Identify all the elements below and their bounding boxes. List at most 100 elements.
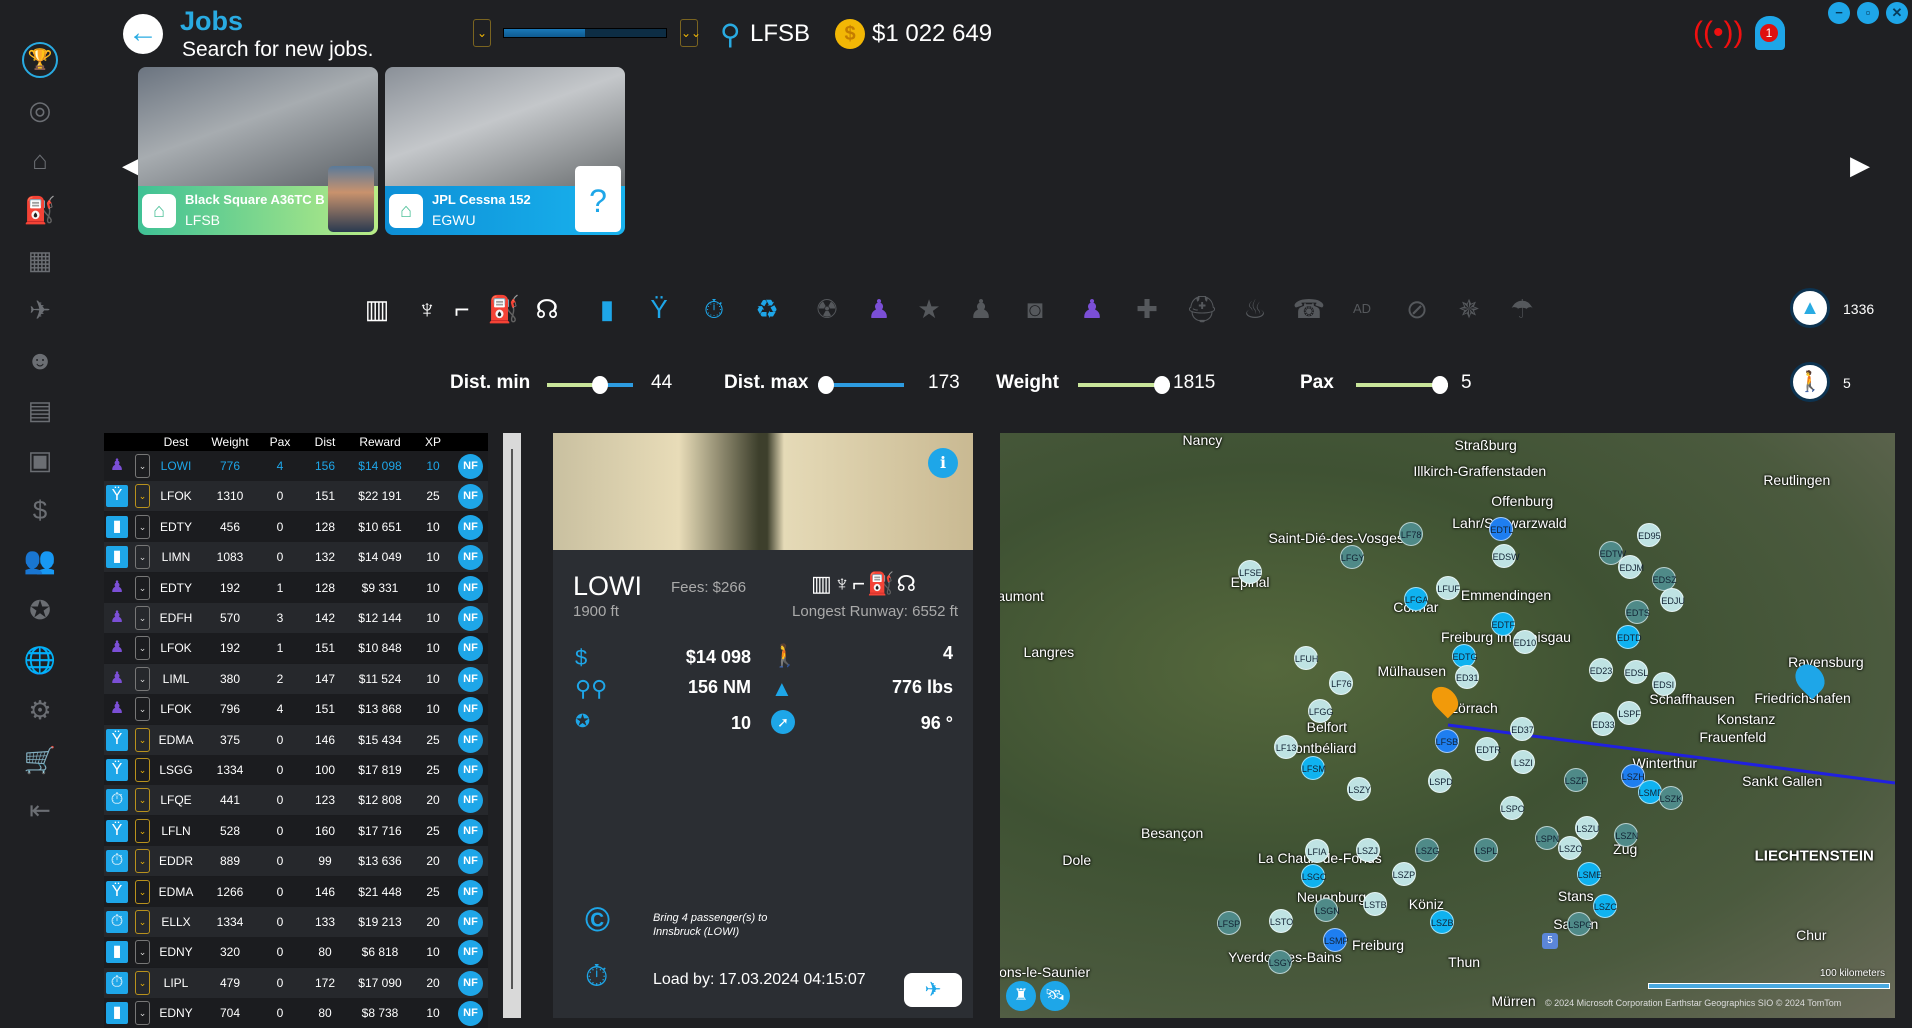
airport-marker[interactable]: ED95 bbox=[1637, 523, 1662, 548]
airport-marker[interactable]: LF13 bbox=[1274, 734, 1299, 759]
col-dest[interactable]: Dest bbox=[164, 435, 189, 449]
military-filter-icon[interactable]: ✵ bbox=[1452, 292, 1486, 326]
pilot-icon[interactable]: ☻ bbox=[22, 342, 58, 378]
charter-filter-icon[interactable]: ♟ bbox=[1075, 292, 1109, 326]
emergency-filter-icon[interactable]: ⛑ bbox=[1185, 292, 1219, 326]
navigraph-button[interactable]: NF bbox=[458, 849, 483, 875]
airport-marker[interactable]: LFSM bbox=[1300, 756, 1326, 781]
fragile-cargo-filter-icon[interactable]: Ÿ bbox=[642, 292, 676, 326]
airport-marker[interactable]: EDSW bbox=[1491, 544, 1520, 569]
airport-marker[interactable]: LFUF bbox=[1436, 575, 1461, 600]
col-reward[interactable]: Reward bbox=[359, 435, 400, 449]
table-row[interactable]: Ÿ ⌄ LFLN 528 0 160 $17 716 25 NF bbox=[104, 815, 488, 846]
map[interactable]: Nancy Straßburg Illkirch-Graffenstaden Offe… bbox=[1000, 433, 1895, 1018]
table-row[interactable]: ▮ ⌄ EDNY 320 0 80 $6 818 10 NF bbox=[104, 937, 488, 968]
cargo-shop-icon[interactable]: ▦ bbox=[22, 242, 58, 278]
table-row[interactable]: ▮ ⌄ LIMN 1083 0 132 $14 049 10 NF bbox=[104, 542, 488, 573]
satellite-layer-button[interactable]: 🛰 bbox=[1040, 981, 1070, 1011]
ils-filter-icon[interactable]: ▥ bbox=[360, 292, 394, 326]
airport-marker[interactable]: LSZY bbox=[1347, 777, 1372, 802]
airport-marker[interactable]: LF78 bbox=[1399, 522, 1424, 547]
table-row[interactable]: ▮ ⌄ EDNY 704 0 80 $8 738 10 NF bbox=[104, 998, 488, 1028]
atc-filter-icon[interactable]: ☊ bbox=[530, 292, 564, 326]
airport-marker[interactable]: LSMP bbox=[1323, 927, 1349, 952]
airport-marker[interactable]: LSZG bbox=[1414, 837, 1439, 862]
minimize-button[interactable]: − bbox=[1828, 2, 1850, 24]
airport-marker[interactable]: LSZB bbox=[1430, 909, 1455, 934]
table-row[interactable]: ⏱ ⌄ ELLX 1334 0 133 $19 213 20 NF bbox=[104, 907, 488, 937]
airport-marker[interactable]: LFGY bbox=[1339, 544, 1364, 569]
airport-marker[interactable]: LSZU bbox=[1575, 816, 1599, 840]
table-row[interactable]: ♟ ⌄ EDFH 570 3 142 $12 144 10 NF bbox=[104, 603, 488, 633]
airport-marker[interactable]: EDSI bbox=[1651, 671, 1676, 696]
table-row[interactable]: ♟ ⌄ LFOK 796 4 151 $13 868 10 NF bbox=[104, 694, 488, 725]
info-button[interactable]: i bbox=[928, 448, 958, 478]
airport-marker[interactable]: LSGN bbox=[1314, 898, 1340, 923]
airport-marker[interactable]: LSZC bbox=[1592, 893, 1617, 918]
table-row[interactable]: ♟ ⌄ LIML 380 2 147 $11 524 10 NF bbox=[104, 663, 488, 694]
airport-marker[interactable]: EDTS bbox=[1624, 600, 1650, 625]
airport-marker[interactable]: EDTD bbox=[1616, 625, 1642, 650]
airport-marker[interactable]: LSPF bbox=[1617, 701, 1642, 726]
log-icon[interactable]: ▣ bbox=[22, 442, 58, 478]
compass-icon[interactable]: ◎ bbox=[22, 92, 58, 128]
navigraph-button[interactable]: NF bbox=[458, 910, 483, 935]
fbo-icon[interactable]: ⛽ bbox=[22, 192, 58, 228]
notification-bell-icon[interactable]: 1 bbox=[1755, 16, 1785, 50]
accept-job-button[interactable]: ✈ bbox=[904, 973, 962, 1007]
airport-marker[interactable]: LSPD bbox=[1428, 768, 1453, 793]
approach-lights-filter-icon[interactable]: ⌐ bbox=[445, 292, 479, 326]
airport-marker[interactable]: LSZP bbox=[1391, 862, 1416, 887]
hangar-icon[interactable]: ⌂ bbox=[22, 142, 58, 178]
airport-marker[interactable]: LSZF bbox=[1563, 767, 1588, 792]
table-row[interactable]: ♟ ⌄ LFOK 192 1 151 $10 848 10 NF bbox=[104, 633, 488, 664]
fuel-filter-icon[interactable]: ⛽ bbox=[487, 292, 521, 326]
airport-marker[interactable]: LSZN bbox=[1614, 822, 1638, 847]
medical-filter-icon[interactable]: ✚ bbox=[1130, 292, 1164, 326]
airline-pax-filter-icon[interactable]: ♟ bbox=[964, 292, 998, 326]
airport-marker[interactable]: ED23 bbox=[1588, 658, 1613, 682]
airport-marker[interactable]: EDTF bbox=[1490, 611, 1515, 636]
urgent-cargo-filter-icon[interactable]: ⏱ bbox=[697, 292, 731, 326]
close-button[interactable]: ✕ bbox=[1886, 2, 1908, 24]
photo-filter-icon[interactable]: ◙ bbox=[1018, 292, 1052, 326]
navigraph-button[interactable]: NF bbox=[458, 666, 483, 692]
skills-icon[interactable]: ✪ bbox=[22, 592, 58, 628]
table-row[interactable]: Ÿ ⌄ LFOK 1310 0 151 $22 191 25 NF bbox=[104, 481, 488, 512]
airport-marker[interactable]: LSTB bbox=[1363, 891, 1388, 916]
table-scrollbar[interactable] bbox=[503, 433, 521, 1018]
table-row[interactable]: ♟ ⌄ EDTY 192 1 128 $9 331 10 NF bbox=[104, 572, 488, 603]
jobs-log-icon[interactable]: ▤ bbox=[22, 392, 58, 428]
airport-marker[interactable]: LFSE bbox=[1238, 559, 1263, 584]
navigraph-button[interactable]: NF bbox=[458, 727, 483, 753]
maximize-button[interactable]: ▫ bbox=[1857, 2, 1879, 24]
airport-marker[interactable]: EDSL bbox=[1623, 659, 1648, 684]
airport-marker[interactable]: LFGG bbox=[1307, 698, 1333, 723]
settings-icon[interactable]: ⚙ bbox=[22, 692, 58, 728]
back-button[interactable]: ← bbox=[123, 14, 163, 54]
col-xp[interactable]: XP bbox=[425, 435, 441, 449]
passenger-filter-icon[interactable]: ♟ bbox=[862, 292, 896, 326]
no-fly-filter-icon[interactable]: ⊘ bbox=[1400, 292, 1434, 326]
money-icon[interactable]: $ bbox=[22, 492, 58, 528]
airport-marker[interactable]: ED10 bbox=[1512, 629, 1537, 654]
navigraph-button[interactable]: NF bbox=[458, 636, 483, 662]
navigraph-button[interactable]: NF bbox=[458, 970, 483, 996]
trophy-icon[interactable]: 🏆 bbox=[22, 42, 58, 78]
airport-marker[interactable]: EDJU bbox=[1660, 587, 1685, 612]
navigraph-button[interactable]: NF bbox=[458, 940, 483, 966]
wifi-icon[interactable]: ((•)) bbox=[1693, 16, 1743, 50]
table-row[interactable]: Ÿ ⌄ EDMA 1266 0 146 $21 448 25 NF bbox=[104, 876, 488, 907]
airport-marker[interactable]: EDJM bbox=[1618, 555, 1644, 580]
vip-filter-icon[interactable]: ★ bbox=[912, 292, 946, 326]
ad-hoc-filter-icon[interactable]: AD bbox=[1345, 292, 1379, 326]
airport-marker[interactable]: LFSB bbox=[1434, 729, 1459, 754]
col-pax[interactable]: Pax bbox=[270, 435, 291, 449]
col-dist[interactable]: Dist bbox=[315, 435, 336, 449]
airport-marker[interactable]: LSZK bbox=[1658, 785, 1683, 810]
airport-marker[interactable]: ED33 bbox=[1591, 712, 1616, 737]
tower-layer-button[interactable]: ♜ bbox=[1006, 981, 1036, 1011]
table-row[interactable]: ⏱ ⌄ LIPL 479 0 172 $17 090 20 NF bbox=[104, 967, 488, 998]
airport-marker[interactable]: LSPL bbox=[1474, 837, 1499, 862]
airport-marker[interactable]: LSGY bbox=[1267, 950, 1293, 975]
